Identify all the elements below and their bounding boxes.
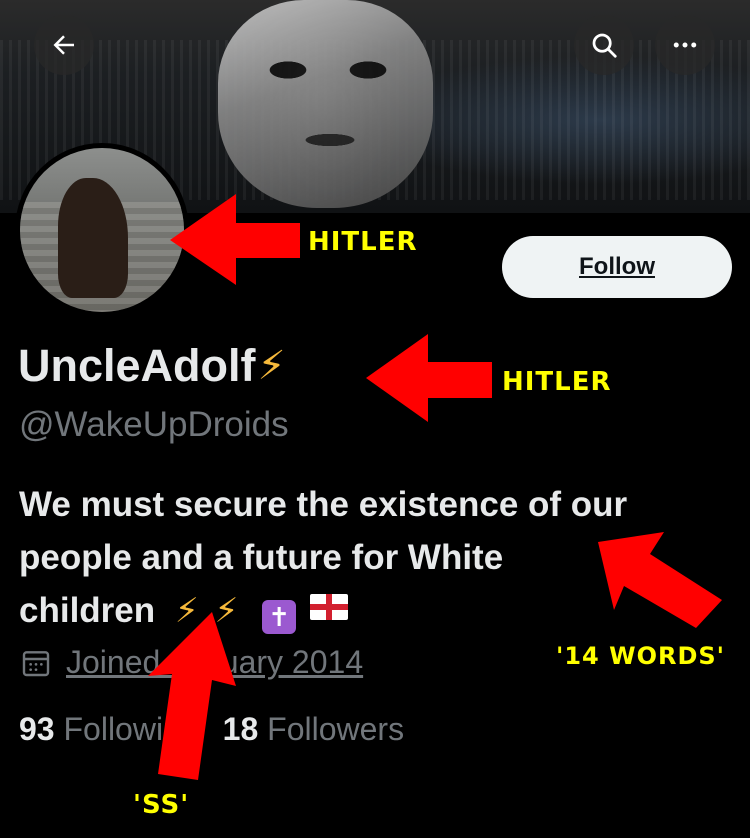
bio: We must secure the existence of our peop…	[19, 478, 739, 638]
following-label: Following	[63, 711, 199, 747]
banner-mask-image	[218, 0, 433, 208]
follow-button[interactable]: Follow	[502, 236, 732, 298]
back-button[interactable]	[34, 15, 94, 75]
display-name-text: UncleAdolf	[18, 340, 256, 391]
followers-count: 18	[222, 711, 259, 747]
arrow-left-icon	[53, 35, 74, 55]
follow-counts: 93 Following 18 Followers	[19, 711, 404, 748]
avatar[interactable]	[15, 143, 189, 317]
arrow-to-name	[366, 334, 492, 422]
avatar-figure	[58, 178, 128, 298]
search-icon	[592, 33, 617, 58]
more-icon	[673, 42, 697, 48]
more-button[interactable]	[655, 15, 715, 75]
bio-line-1: We must secure the existence of our	[19, 485, 628, 524]
following-count: 93	[19, 711, 55, 747]
display-name: UncleAdolf ⚡	[18, 340, 286, 392]
user-handle: @WakeUpDroids	[19, 405, 289, 444]
annotation-name: HITLER	[502, 367, 612, 397]
annotation-emojis: 'SS'	[133, 790, 190, 820]
joined-date: Joined January 2014	[20, 644, 363, 681]
bio-line-3: children ⚡ ⚡ ✝	[19, 584, 739, 638]
lightning-bolt-icon: ⚡	[257, 344, 286, 388]
calendar-icon	[22, 650, 50, 676]
lightning-bolt-icon: ⚡	[174, 592, 199, 630]
england-flag-icon	[309, 594, 348, 620]
followers-label: Followers	[267, 711, 405, 747]
following-link[interactable]: 93 Following	[19, 711, 199, 748]
search-button[interactable]	[574, 15, 634, 75]
avatar-image	[20, 148, 184, 312]
bio-line-2: people and a future for White	[19, 538, 504, 577]
bio-line-3-text: children	[19, 591, 156, 630]
annotation-avatar: HITLER	[308, 227, 418, 257]
annotation-bio: '14 WORDS'	[556, 642, 726, 670]
latin-cross-icon: ✝	[262, 600, 297, 634]
followers-link[interactable]: 18 Followers	[223, 711, 404, 748]
lightning-bolt-icon: ⚡	[214, 592, 239, 630]
joined-text: Joined January 2014	[66, 644, 364, 680]
